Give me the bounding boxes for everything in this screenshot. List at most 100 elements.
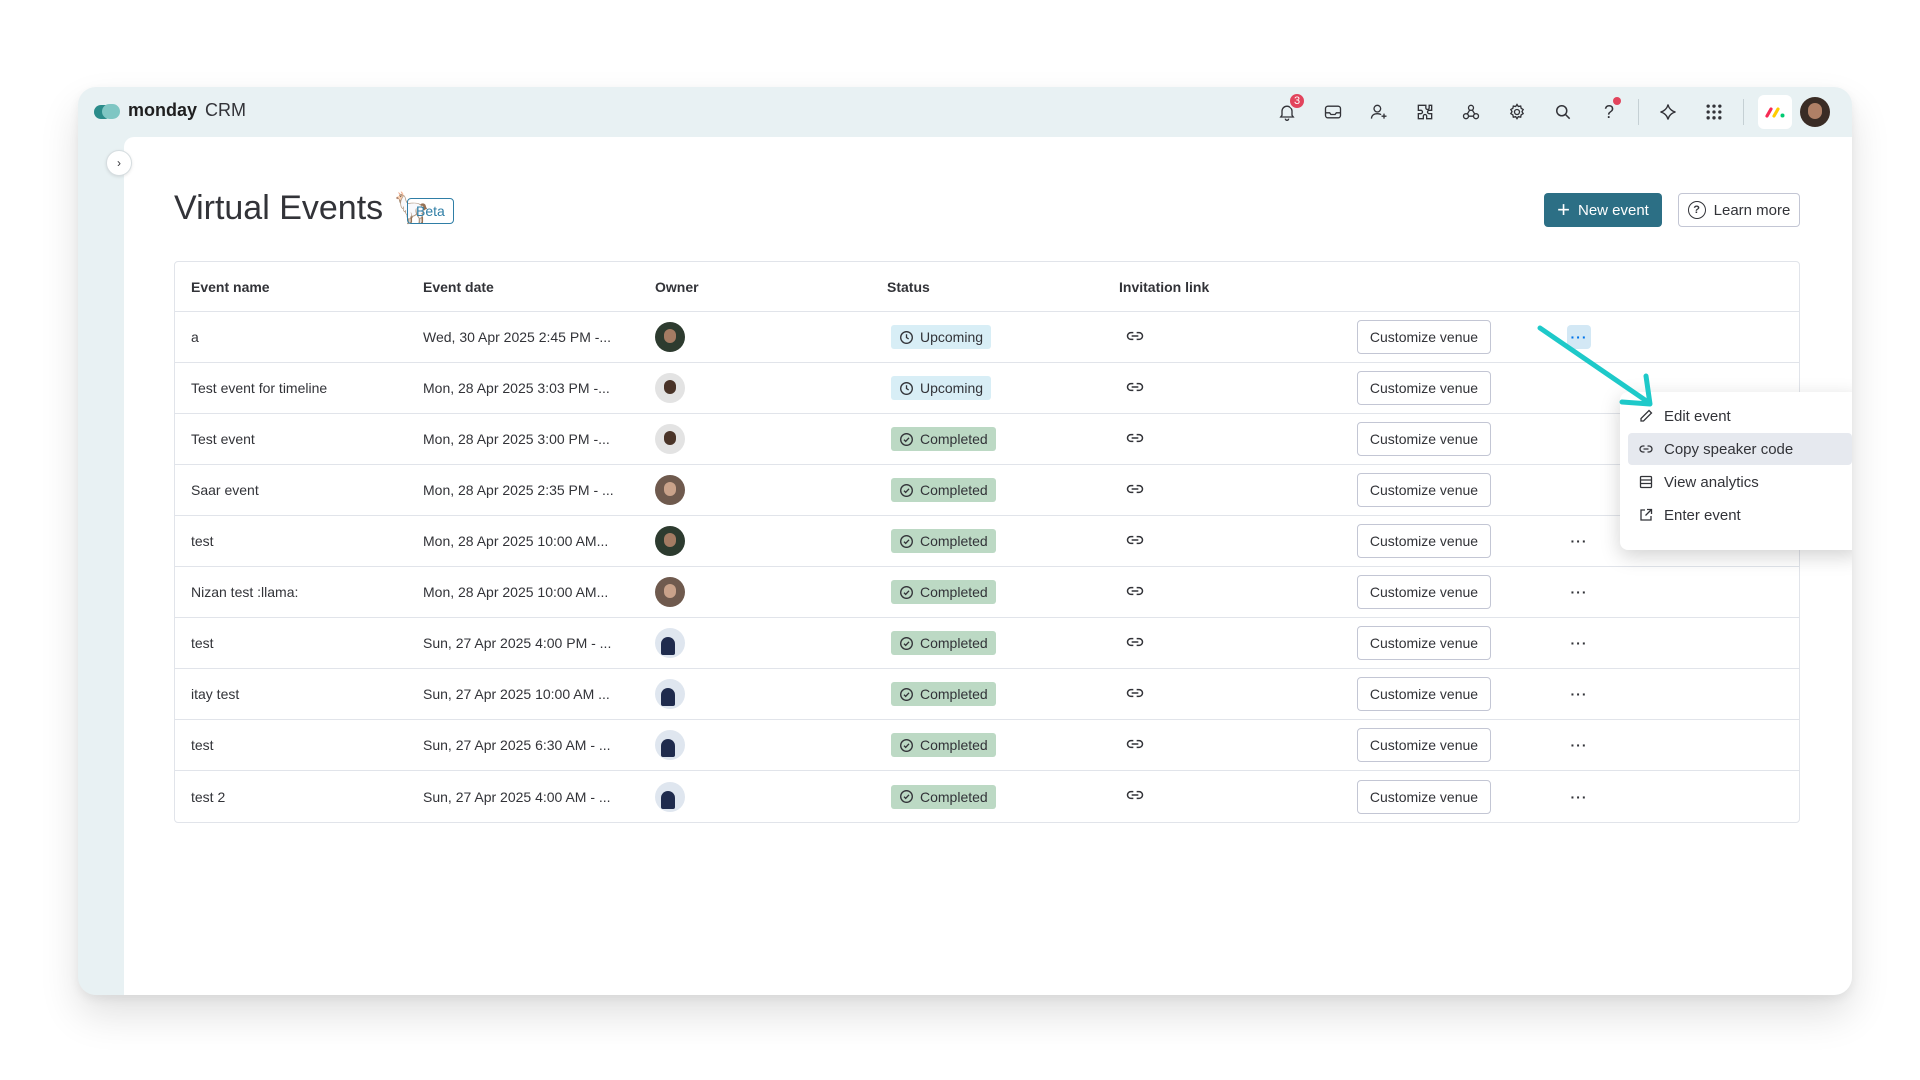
table-row[interactable]: test Sun, 27 Apr 2025 6:30 AM - ... Comp…: [175, 720, 1799, 771]
learn-more-button[interactable]: ? Learn more: [1678, 193, 1800, 227]
menu-item-view-analytics[interactable]: View analytics: [1628, 466, 1852, 498]
new-event-button[interactable]: + New event: [1544, 193, 1662, 227]
owner-cell: [639, 322, 871, 352]
event-name[interactable]: test: [175, 533, 407, 549]
more-actions-button[interactable]: ···: [1567, 785, 1591, 809]
event-name[interactable]: itay test: [175, 686, 407, 702]
column-header-owner: Owner: [655, 278, 699, 295]
link-icon[interactable]: [1119, 530, 1145, 550]
search-button[interactable]: [1540, 95, 1586, 129]
topbar-divider: [1743, 99, 1744, 125]
owner-avatar[interactable]: [655, 322, 685, 352]
event-name[interactable]: Saar event: [175, 482, 407, 498]
status-badge: Completed: [891, 784, 996, 809]
event-name[interactable]: a: [175, 329, 407, 345]
owner-avatar[interactable]: [655, 781, 685, 812]
app-switcher-button[interactable]: [1691, 95, 1737, 129]
customize-venue-button[interactable]: Customize venue: [1357, 473, 1491, 507]
invitation-link-cell: [1103, 581, 1335, 604]
event-name[interactable]: test: [175, 635, 407, 651]
status-cell: Completed: [871, 784, 1103, 809]
link-icon[interactable]: [1119, 683, 1145, 703]
event-date: Sun, 27 Apr 2025 10:00 AM ...: [423, 686, 610, 702]
plus-icon: +: [1557, 197, 1570, 222]
owner-avatar[interactable]: [655, 628, 685, 658]
expand-sidebar-button[interactable]: ›: [106, 150, 132, 176]
status-label: Completed: [920, 737, 988, 753]
menu-item-label: Edit event: [1664, 407, 1731, 425]
event-name[interactable]: Test event for timeline: [175, 380, 407, 396]
owner-avatar[interactable]: [655, 526, 685, 556]
owner-cell: [639, 577, 871, 607]
menu-item-enter-event[interactable]: Enter event: [1628, 499, 1852, 531]
link-icon[interactable]: [1119, 734, 1145, 754]
status-badge: Completed: [891, 529, 996, 553]
customize-cell: Customize venue: [1335, 575, 1567, 609]
owner-avatar[interactable]: [655, 424, 685, 454]
event-name[interactable]: Test event: [175, 431, 407, 447]
invite-members-button[interactable]: [1356, 95, 1402, 129]
link-icon[interactable]: [1119, 785, 1145, 805]
customize-venue-button[interactable]: Customize venue: [1357, 779, 1491, 814]
owner-cell: [639, 373, 871, 403]
more-icon: ···: [1570, 635, 1588, 651]
monday-logo-button[interactable]: [1758, 95, 1792, 129]
customize-venue-button[interactable]: Customize venue: [1357, 677, 1491, 711]
table-row[interactable]: test Sun, 27 Apr 2025 4:00 PM - ... Comp…: [175, 618, 1799, 669]
customize-venue-button[interactable]: Customize venue: [1357, 575, 1491, 609]
external-link-icon: [1638, 507, 1654, 523]
event-name[interactable]: test: [175, 737, 407, 753]
table-row[interactable]: Test event Mon, 28 Apr 2025 3:00 PM -...…: [175, 414, 1799, 465]
help-button[interactable]: ?: [1586, 95, 1632, 129]
owner-avatar[interactable]: [655, 475, 685, 505]
owner-avatar[interactable]: [655, 373, 685, 403]
customize-venue-button[interactable]: Customize venue: [1357, 320, 1491, 354]
actions-cell: ···: [1567, 631, 1797, 655]
link-icon[interactable]: [1119, 632, 1145, 652]
table-row[interactable]: itay test Sun, 27 Apr 2025 10:00 AM ... …: [175, 669, 1799, 720]
invitation-link-cell: [1103, 326, 1335, 349]
table-row[interactable]: test 2 Sun, 27 Apr 2025 4:00 AM - ... Co…: [175, 771, 1799, 822]
link-icon[interactable]: [1119, 326, 1145, 346]
customize-venue-button[interactable]: Customize venue: [1357, 728, 1491, 762]
more-actions-button[interactable]: ···: [1567, 733, 1591, 757]
event-date: Mon, 28 Apr 2025 3:03 PM -...: [423, 380, 610, 396]
settings-button[interactable]: [1494, 95, 1540, 129]
apps-button[interactable]: [1402, 95, 1448, 129]
notifications-button[interactable]: 3: [1264, 92, 1310, 129]
link-icon[interactable]: [1119, 428, 1145, 448]
column-header-status: Status: [887, 278, 930, 295]
integrations-icon: [1462, 104, 1480, 120]
more-actions-button[interactable]: ···: [1567, 631, 1591, 655]
customize-venue-button[interactable]: Customize venue: [1357, 371, 1491, 405]
table-row[interactable]: Nizan test :llama: Mon, 28 Apr 2025 10:0…: [175, 567, 1799, 618]
user-avatar[interactable]: [1800, 97, 1830, 127]
inbox-button[interactable]: [1310, 95, 1356, 129]
event-name[interactable]: test 2: [175, 789, 407, 805]
customize-venue-button[interactable]: Customize venue: [1357, 524, 1491, 558]
more-actions-button[interactable]: ···: [1567, 580, 1591, 604]
owner-avatar[interactable]: [655, 577, 685, 607]
customize-venue-button[interactable]: Customize venue: [1357, 422, 1491, 456]
link-icon[interactable]: [1119, 581, 1145, 601]
customize-cell: Customize venue: [1335, 422, 1567, 456]
integrations-button[interactable]: [1448, 95, 1494, 129]
status-cell: Completed: [871, 478, 1103, 502]
status-badge: Upcoming: [891, 325, 992, 349]
annotation-arrow-icon: [1537, 325, 1653, 407]
brand[interactable]: monday CRM: [94, 100, 246, 121]
status-label: Completed: [920, 686, 988, 702]
ai-button[interactable]: [1645, 95, 1691, 129]
menu-item-copy-speaker-code[interactable]: Copy speaker code: [1628, 433, 1852, 465]
customize-venue-button[interactable]: Customize venue: [1357, 626, 1491, 660]
table-row[interactable]: test Mon, 28 Apr 2025 10:00 AM... Comple…: [175, 516, 1799, 567]
ai-sparkle-icon: [1660, 104, 1676, 120]
event-name[interactable]: Nizan test :llama:: [175, 584, 407, 600]
more-actions-button[interactable]: ···: [1567, 682, 1591, 706]
link-icon[interactable]: [1119, 377, 1145, 397]
owner-avatar[interactable]: [655, 679, 685, 709]
link-icon[interactable]: [1119, 479, 1145, 499]
table-row[interactable]: Saar event Mon, 28 Apr 2025 2:35 PM - ..…: [175, 465, 1799, 516]
owner-avatar[interactable]: [655, 730, 685, 760]
more-actions-button[interactable]: ···: [1567, 529, 1591, 553]
